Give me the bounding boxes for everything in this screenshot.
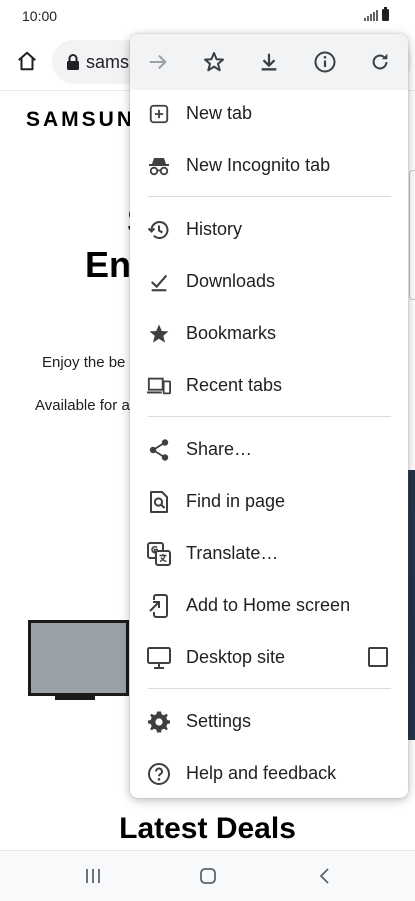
back-icon xyxy=(320,868,329,884)
menu-action-bar xyxy=(130,34,408,90)
menu-item-label: Bookmarks xyxy=(186,323,277,343)
download-icon xyxy=(261,53,277,71)
home-nav-icon xyxy=(200,868,216,884)
back-nav-button[interactable] xyxy=(310,863,340,889)
recent-tabs-icon xyxy=(147,374,171,398)
menu-item-desktop-site[interactable]: Desktop site xyxy=(130,632,408,684)
bookmark-this-page-button[interactable] xyxy=(200,48,228,76)
settings-icon xyxy=(147,710,171,734)
menu-item-label: Find in page xyxy=(186,491,286,511)
menu-divider xyxy=(148,688,391,689)
system-nav-bar xyxy=(0,850,415,901)
menu-item-translate[interactable]: Translate… xyxy=(130,528,408,580)
signal-icon xyxy=(364,10,378,21)
status-icons xyxy=(364,7,389,21)
menu-item-bookmarks[interactable]: Bookmarks xyxy=(130,308,408,360)
menu-item-add-to-home-screen[interactable]: Add to Home screen xyxy=(130,580,408,632)
download-page-button[interactable] xyxy=(255,48,283,76)
menu-item-recent-tabs[interactable]: Recent tabs xyxy=(130,360,408,412)
menu-item-label: Settings xyxy=(186,711,252,731)
hero-subtext-1: Enjoy the be xyxy=(42,354,126,371)
recent-apps-button[interactable] xyxy=(78,863,108,889)
find-in-page-icon xyxy=(147,490,171,514)
menu-item-share[interactable]: Share… xyxy=(130,424,408,476)
scroll-indicator[interactable] xyxy=(409,170,415,300)
history-icon xyxy=(147,218,171,242)
section-title: Latest Deals xyxy=(119,812,296,845)
status-time: 10:00 xyxy=(22,8,58,24)
new-tab-icon xyxy=(147,102,171,126)
translate-icon xyxy=(147,542,171,566)
menu-item-label: History xyxy=(186,219,243,239)
menu-item-label: New Incognito tab xyxy=(186,155,331,175)
forward-button[interactable] xyxy=(144,48,172,76)
desktop-icon xyxy=(147,646,171,670)
tv-product-image xyxy=(28,620,129,696)
refresh-button[interactable] xyxy=(366,48,394,76)
battery-icon xyxy=(382,7,389,21)
home-nav-button[interactable] xyxy=(193,863,223,889)
lock-icon xyxy=(67,54,79,70)
home-icon xyxy=(18,51,36,71)
menu-item-label: New tab xyxy=(186,103,253,123)
menu-item-new-incognito-tab[interactable]: New Incognito tab xyxy=(130,140,408,192)
desktop-site-checkbox[interactable] xyxy=(368,647,388,667)
menu-divider xyxy=(148,416,391,417)
share-icon xyxy=(147,438,171,462)
page-info-icon xyxy=(314,51,336,73)
menu-item-find-in-page[interactable]: Find in page xyxy=(130,476,408,528)
menu-item-label: Translate… xyxy=(186,543,279,563)
tv-stand xyxy=(55,696,95,700)
menu-item-downloads[interactable]: Downloads xyxy=(130,256,408,308)
bookmark-star-icon xyxy=(204,52,224,72)
downloads-icon xyxy=(147,270,171,294)
menu-item-label: Downloads xyxy=(186,271,276,291)
menu-item-label: Help and feedback xyxy=(186,763,337,783)
overflow-menu: New tab New Incognito tab History Downlo… xyxy=(130,34,408,798)
menu-item-help-and-feedback[interactable]: Help and feedback xyxy=(130,748,408,800)
incognito-icon xyxy=(147,154,171,178)
hero-right-strip xyxy=(409,470,415,740)
menu-divider xyxy=(148,196,391,197)
page-info-button[interactable] xyxy=(311,48,339,76)
hero-subtext-2: Available for a xyxy=(35,397,130,414)
bookmarks-icon xyxy=(147,322,171,346)
menu-item-label: Desktop site xyxy=(186,647,286,667)
menu-item-label: Share… xyxy=(186,439,253,459)
forward-icon xyxy=(149,54,167,70)
menu-item-settings[interactable]: Settings xyxy=(130,696,408,748)
status-bar: 10:00 xyxy=(0,0,415,32)
home-button[interactable] xyxy=(12,46,42,76)
menu-item-label: Add to Home screen xyxy=(186,595,351,615)
recent-apps-icon xyxy=(86,869,100,883)
menu-item-label: Recent tabs xyxy=(186,375,283,395)
menu-item-history[interactable]: History xyxy=(130,204,408,256)
help-icon xyxy=(147,762,171,786)
add-to-home-icon xyxy=(147,594,171,618)
refresh-icon xyxy=(372,53,388,70)
menu-item-new-tab[interactable]: New tab xyxy=(130,88,408,140)
